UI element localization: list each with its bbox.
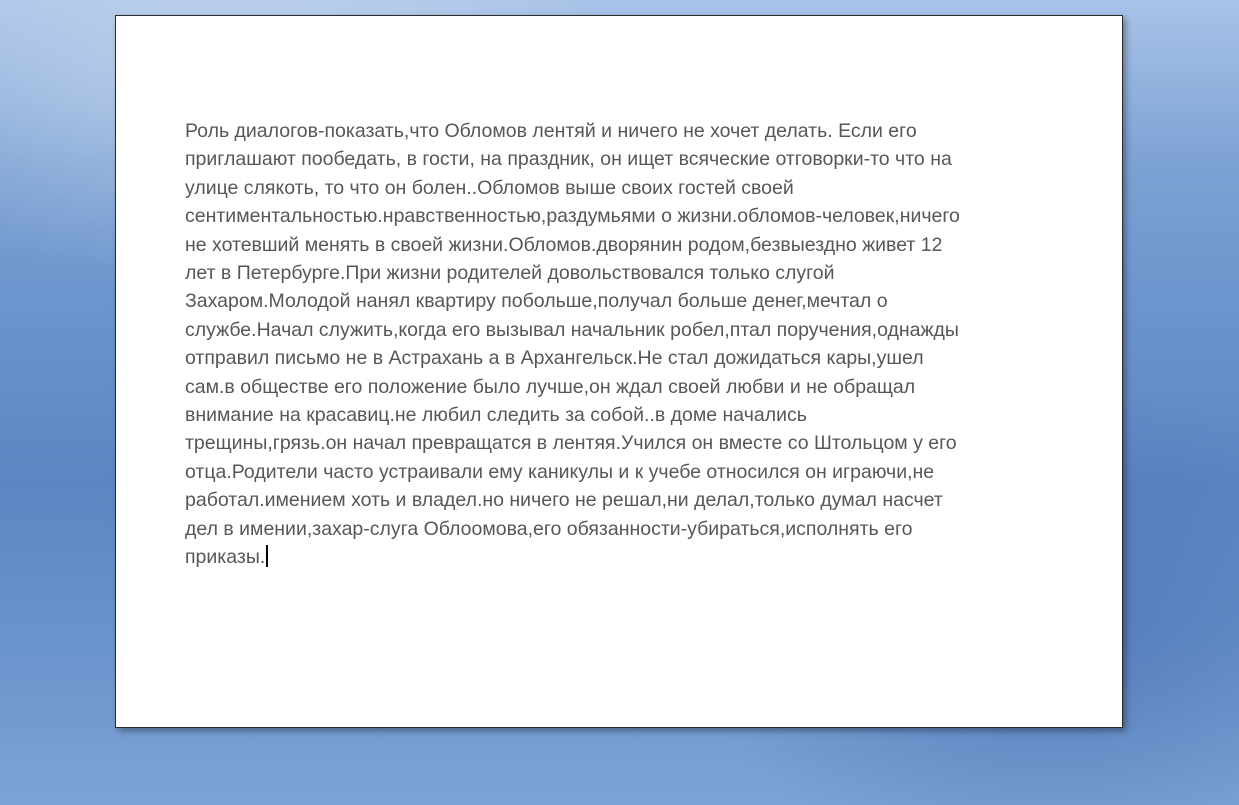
document-body-text[interactable]: Роль диалогов-показать,что Обломов лентя… <box>185 117 1065 572</box>
document-text-content[interactable]: Роль диалогов-показать,что Обломов лентя… <box>185 120 960 568</box>
document-page[interactable]: Роль диалогов-показать,что Обломов лентя… <box>115 15 1123 728</box>
text-cursor <box>266 545 269 568</box>
